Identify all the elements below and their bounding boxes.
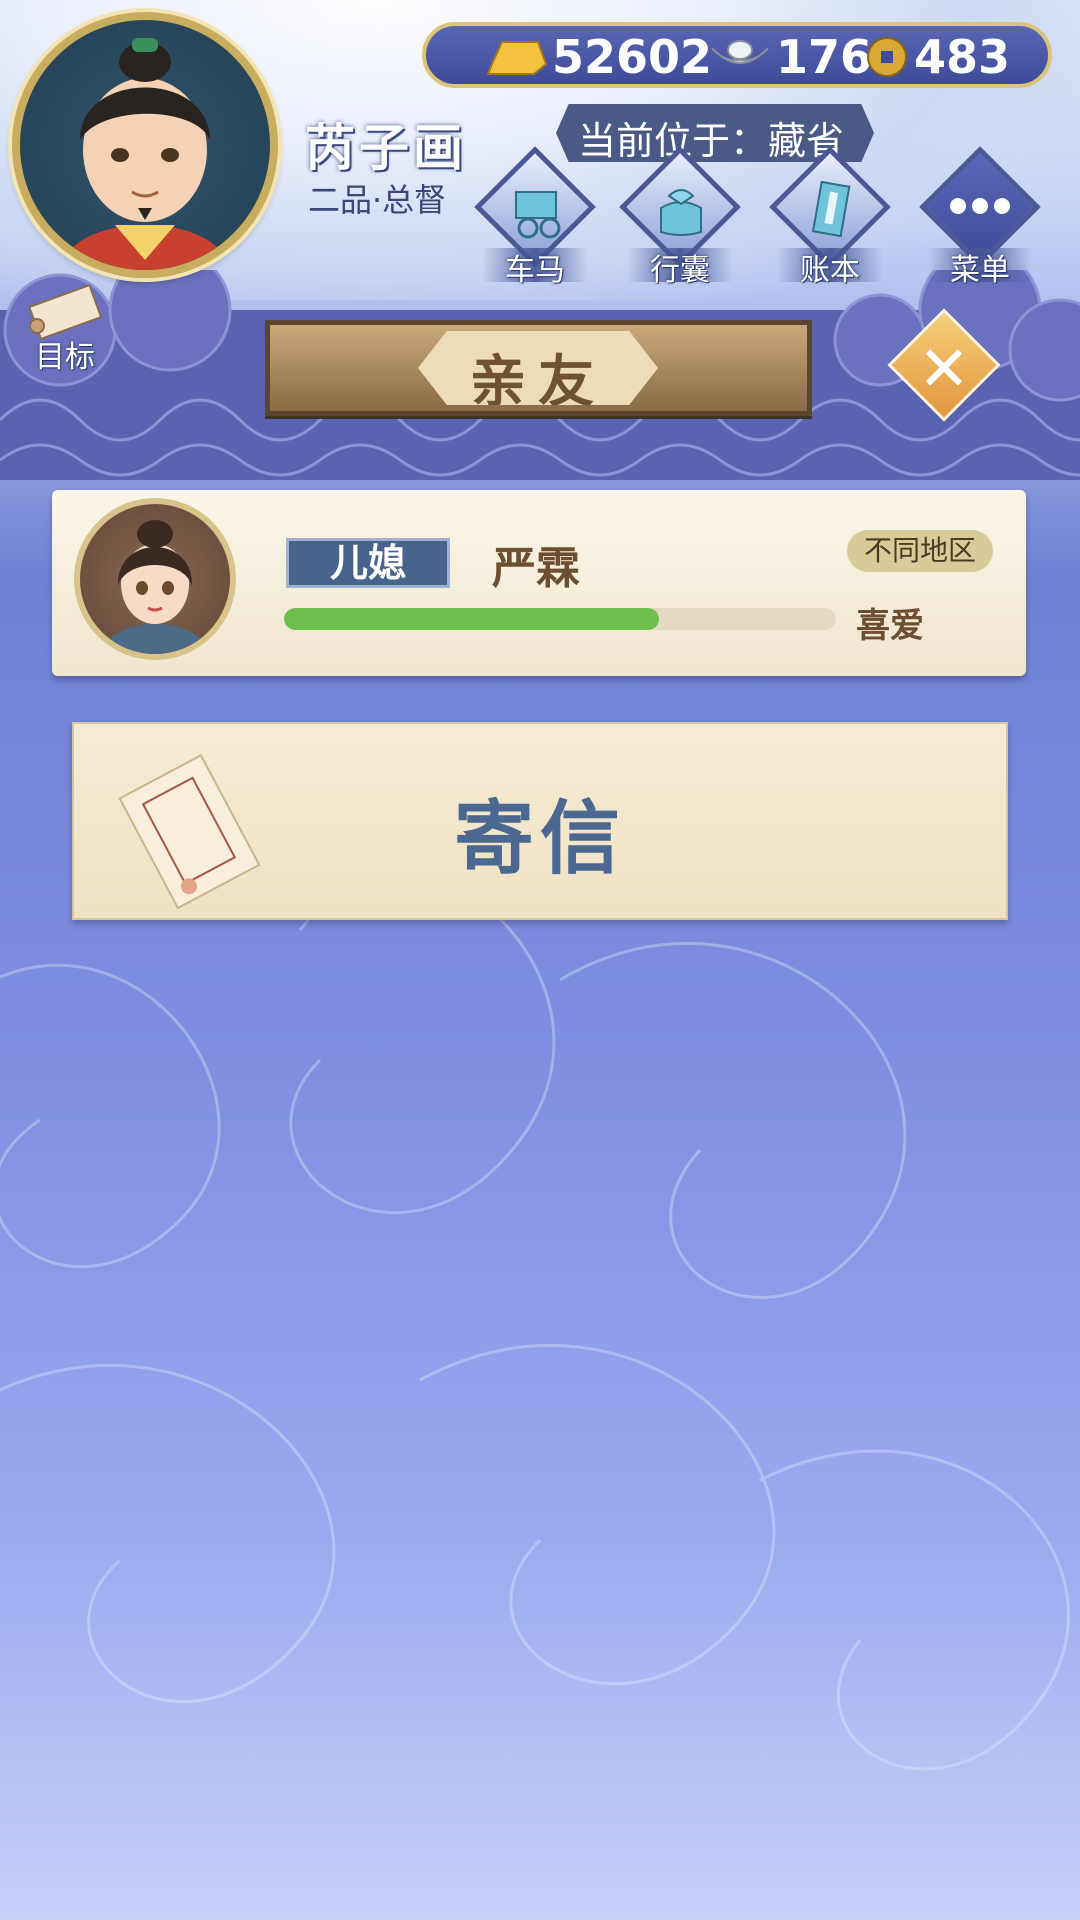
location-text: 当前位于：藏省 (578, 119, 845, 163)
nav-label: 行囊 (650, 253, 710, 288)
player-avatar[interactable] (12, 12, 278, 278)
nav-menu-button[interactable]: 菜单 (915, 146, 1045, 288)
silver-ingot-icon (711, 40, 769, 64)
copper-coin-icon (867, 37, 907, 77)
player-name: 芮子画 (305, 119, 467, 177)
ledger-icon (811, 180, 851, 238)
region-badge: 不同地区 (847, 530, 993, 572)
title-plaque: 亲友 (418, 331, 658, 405)
coin-amount: 483 (914, 30, 1011, 84)
nav-carriage-button[interactable]: 车马 (470, 146, 600, 288)
panel-title: 亲友 (470, 350, 606, 415)
gold-ingot-icon (486, 41, 548, 75)
relation-badge: 儿媳 (286, 538, 450, 588)
menu-dots-icon (950, 198, 1010, 214)
gold-amount: 52602 (552, 30, 713, 84)
close-icon: ✕ (918, 332, 970, 406)
send-letter-button[interactable]: 寄信 (72, 722, 1008, 920)
nav-label: 菜单 (950, 253, 1010, 288)
relative-name: 严霖 (492, 543, 580, 594)
official-portrait-icon (60, 38, 230, 270)
currency-bar: 52602 176 483 (422, 22, 1052, 88)
player-rank: 二品·总督 (308, 181, 447, 219)
send-letter-label: 寄信 (454, 792, 626, 885)
goal-button[interactable]: 目标 (15, 282, 125, 375)
carriage-icon (515, 191, 561, 239)
affection-bar (284, 608, 836, 630)
panel-title-banner: 亲友 (265, 320, 812, 416)
nav-bag-button[interactable]: 行囊 (615, 146, 745, 288)
bag-icon (660, 189, 702, 236)
relative-card[interactable]: 儿媳 严霖 不同地区 喜爱 (52, 490, 1026, 676)
goal-label: 目标 (35, 340, 95, 375)
relative-avatar (74, 498, 236, 660)
affection-level: 喜爱 (856, 606, 924, 646)
affection-bar-fill (284, 608, 660, 630)
lady-portrait-icon (100, 520, 210, 654)
nav-ledger-button[interactable]: 账本 (765, 146, 895, 288)
nav-label: 车马 (505, 253, 565, 288)
nav-label: 账本 (800, 253, 860, 288)
silver-amount: 176 (776, 30, 873, 84)
